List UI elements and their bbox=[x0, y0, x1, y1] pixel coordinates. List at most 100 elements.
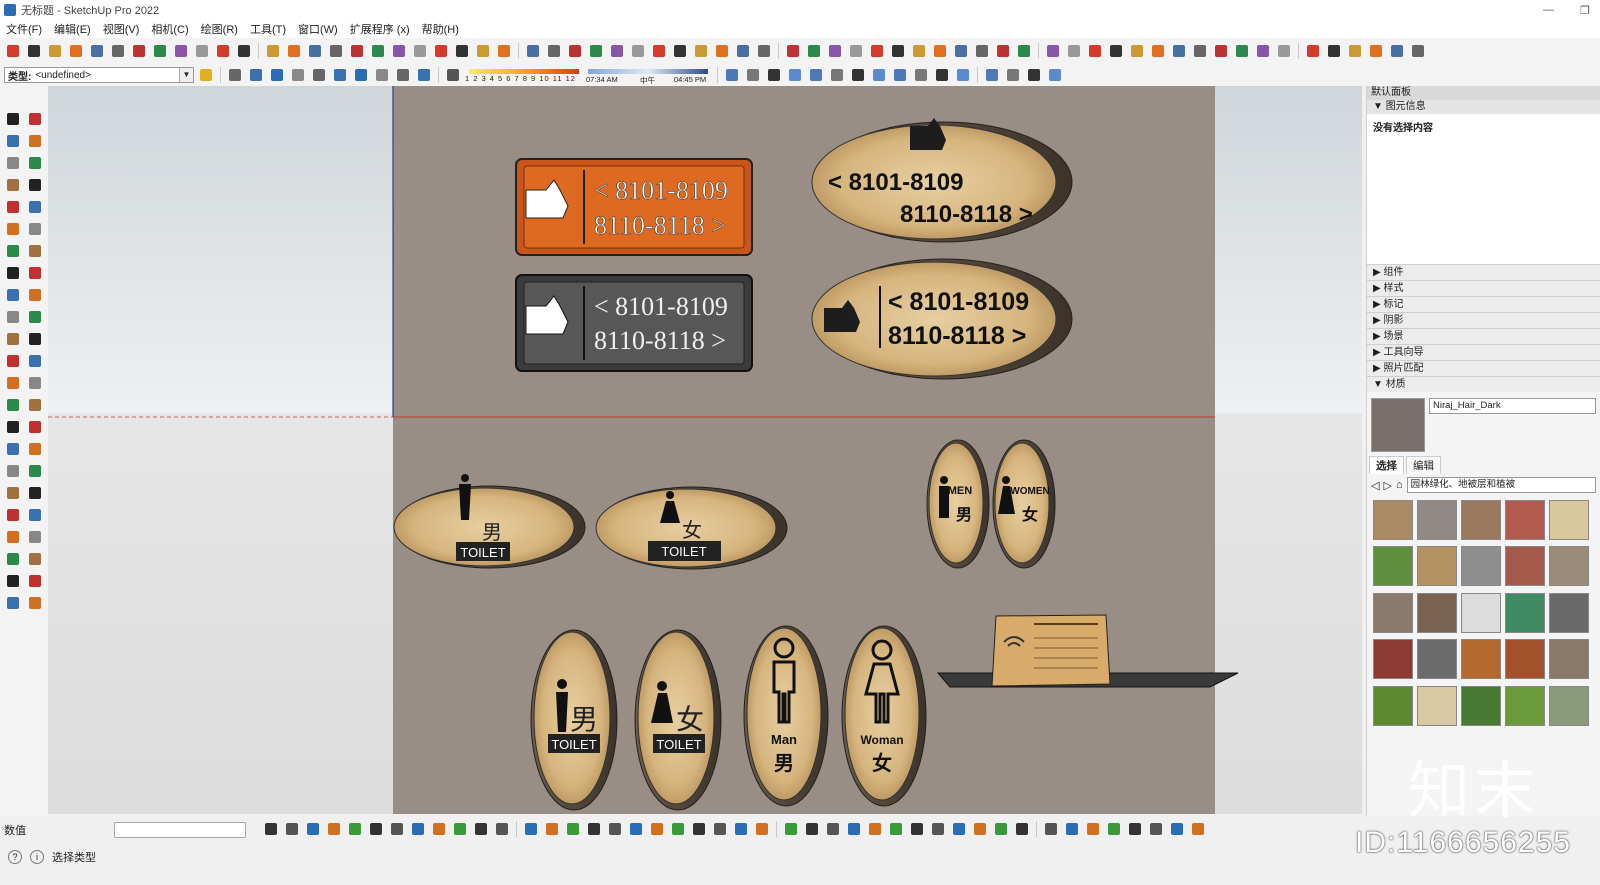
view-tool-icon[interactable] bbox=[983, 66, 1001, 84]
left-tool-icon[interactable] bbox=[26, 330, 44, 348]
view-tool-icon[interactable] bbox=[849, 66, 867, 84]
edit-tool-icon[interactable] bbox=[352, 66, 370, 84]
bottom-tool-icon[interactable] bbox=[451, 820, 469, 838]
left-tool-icon[interactable] bbox=[4, 330, 22, 348]
material-swatch[interactable] bbox=[1373, 546, 1413, 587]
main-tool-icon[interactable] bbox=[151, 42, 169, 60]
left-tool-icon[interactable] bbox=[4, 110, 22, 128]
left-tool-icon[interactable] bbox=[4, 594, 22, 612]
main-tool-icon[interactable] bbox=[172, 42, 190, 60]
view-tool-icon[interactable] bbox=[786, 66, 804, 84]
main-tool-icon[interactable] bbox=[931, 42, 949, 60]
bottom-tool-icon[interactable] bbox=[388, 820, 406, 838]
left-tool-icon[interactable] bbox=[26, 462, 44, 480]
bottom-tool-icon[interactable] bbox=[803, 820, 821, 838]
sign-toilet-female-oval[interactable]: 女 TOILET bbox=[595, 486, 788, 570]
main-tool-icon[interactable] bbox=[1128, 42, 1146, 60]
main-tool-icon[interactable] bbox=[1191, 42, 1209, 60]
left-tool-icon[interactable] bbox=[26, 176, 44, 194]
left-tool-icon[interactable] bbox=[26, 242, 44, 260]
sign-male-tall-oval[interactable]: 男 TOILET bbox=[530, 629, 618, 811]
sign-female-tall-oval[interactable]: 女 TOILET bbox=[634, 629, 722, 811]
left-tool-icon[interactable] bbox=[4, 396, 22, 414]
bottom-tool-icon[interactable] bbox=[472, 820, 490, 838]
bottom-tool-icon[interactable] bbox=[430, 820, 448, 838]
main-tool-icon[interactable] bbox=[524, 42, 542, 60]
edit-tool-icon[interactable] bbox=[394, 66, 412, 84]
material-swatch[interactable] bbox=[1417, 639, 1457, 680]
menu-file[interactable]: 文件(F) bbox=[6, 21, 42, 37]
material-swatch[interactable] bbox=[1373, 685, 1413, 726]
main-tool-icon[interactable] bbox=[214, 42, 232, 60]
main-tool-icon[interactable] bbox=[1304, 42, 1322, 60]
material-swatch[interactable] bbox=[1505, 546, 1545, 587]
bottom-tool-icon[interactable] bbox=[669, 820, 687, 838]
bottom-tool-icon[interactable] bbox=[1189, 820, 1207, 838]
measurements-input[interactable] bbox=[114, 822, 246, 838]
left-tool-icon[interactable] bbox=[26, 308, 44, 326]
material-swatch[interactable] bbox=[1417, 592, 1457, 633]
main-tool-icon[interactable] bbox=[1367, 42, 1385, 60]
main-tool-icon[interactable] bbox=[88, 42, 106, 60]
sign-wood-oval-2[interactable]: < 8101-8109 8110-8118 > bbox=[811, 258, 1073, 380]
bottom-tool-icon[interactable] bbox=[1147, 820, 1165, 838]
left-tool-icon[interactable] bbox=[4, 264, 22, 282]
bottom-tool-icon[interactable] bbox=[1126, 820, 1144, 838]
left-tool-icon[interactable] bbox=[26, 418, 44, 436]
entity-info-header[interactable]: ▼ 图元信息 bbox=[1367, 100, 1600, 114]
edit-tool-icon[interactable] bbox=[373, 66, 391, 84]
bottom-tool-icon[interactable] bbox=[690, 820, 708, 838]
shadow-month-slider[interactable]: 1 2 3 4 5 6 7 8 9 10 11 12 bbox=[465, 67, 583, 83]
main-tool-icon[interactable] bbox=[1170, 42, 1188, 60]
main-tool-icon[interactable] bbox=[25, 42, 43, 60]
main-tool-icon[interactable] bbox=[713, 42, 731, 60]
material-name-field[interactable]: Niraj_Hair_Dark bbox=[1429, 398, 1596, 414]
sign-orange-rect[interactable]: < 8101-8109 8110-8118 > bbox=[515, 158, 753, 256]
edit-tool-icon[interactable] bbox=[415, 66, 433, 84]
main-tool-icon[interactable] bbox=[910, 42, 928, 60]
main-tool-icon[interactable] bbox=[474, 42, 492, 60]
menu-draw[interactable]: 绘图(R) bbox=[201, 21, 238, 37]
main-tool-icon[interactable] bbox=[608, 42, 626, 60]
bottom-tool-icon[interactable] bbox=[627, 820, 645, 838]
bottom-tool-icon[interactable] bbox=[866, 820, 884, 838]
sign-men-small-oval[interactable]: MEN 男 bbox=[926, 439, 990, 569]
view-tool-icon[interactable] bbox=[954, 66, 972, 84]
main-tool-icon[interactable] bbox=[545, 42, 563, 60]
sign-dark-rect[interactable]: < 8101-8109 8110-8118 > bbox=[515, 274, 753, 372]
info-icon[interactable]: i bbox=[30, 850, 44, 864]
tray-shadows[interactable]: ▶ 阴影 bbox=[1367, 312, 1600, 328]
edit-tool-icon[interactable] bbox=[247, 66, 265, 84]
tray-match-photo[interactable]: ▶ 照片匹配 bbox=[1367, 360, 1600, 376]
edit-tool-icon[interactable] bbox=[310, 66, 328, 84]
left-tool-icon[interactable] bbox=[4, 484, 22, 502]
left-tool-icon[interactable] bbox=[4, 198, 22, 216]
bottom-tool-icon[interactable] bbox=[1013, 820, 1031, 838]
main-tool-icon[interactable] bbox=[1065, 42, 1083, 60]
restore-button[interactable]: ❐ bbox=[1580, 4, 1590, 17]
material-swatch[interactable] bbox=[1373, 592, 1413, 633]
main-tool-icon[interactable] bbox=[130, 42, 148, 60]
main-tool-icon[interactable] bbox=[805, 42, 823, 60]
left-tool-icon[interactable] bbox=[4, 352, 22, 370]
left-tool-icon[interactable] bbox=[26, 594, 44, 612]
menu-camera[interactable]: 相机(C) bbox=[151, 21, 188, 37]
left-tool-icon[interactable] bbox=[4, 418, 22, 436]
material-library-select[interactable]: 园林绿化、地被层和植被 bbox=[1406, 477, 1596, 493]
material-swatch[interactable] bbox=[1505, 685, 1545, 726]
type-selector[interactable]: 类型: <undefined> ▼ bbox=[4, 67, 194, 83]
view-tool-icon[interactable] bbox=[723, 66, 741, 84]
left-tool-icon[interactable] bbox=[26, 572, 44, 590]
main-tool-icon[interactable] bbox=[46, 42, 64, 60]
main-tool-icon[interactable] bbox=[1325, 42, 1343, 60]
main-tool-icon[interactable] bbox=[109, 42, 127, 60]
main-tool-icon[interactable] bbox=[453, 42, 471, 60]
left-tool-icon[interactable] bbox=[4, 176, 22, 194]
bottom-tool-icon[interactable] bbox=[346, 820, 364, 838]
view-tool-icon[interactable] bbox=[828, 66, 846, 84]
material-swatch[interactable] bbox=[1549, 685, 1589, 726]
type-select-icon[interactable] bbox=[197, 66, 215, 84]
main-tool-icon[interactable] bbox=[1015, 42, 1033, 60]
main-tool-icon[interactable] bbox=[348, 42, 366, 60]
bottom-tool-icon[interactable] bbox=[1084, 820, 1102, 838]
